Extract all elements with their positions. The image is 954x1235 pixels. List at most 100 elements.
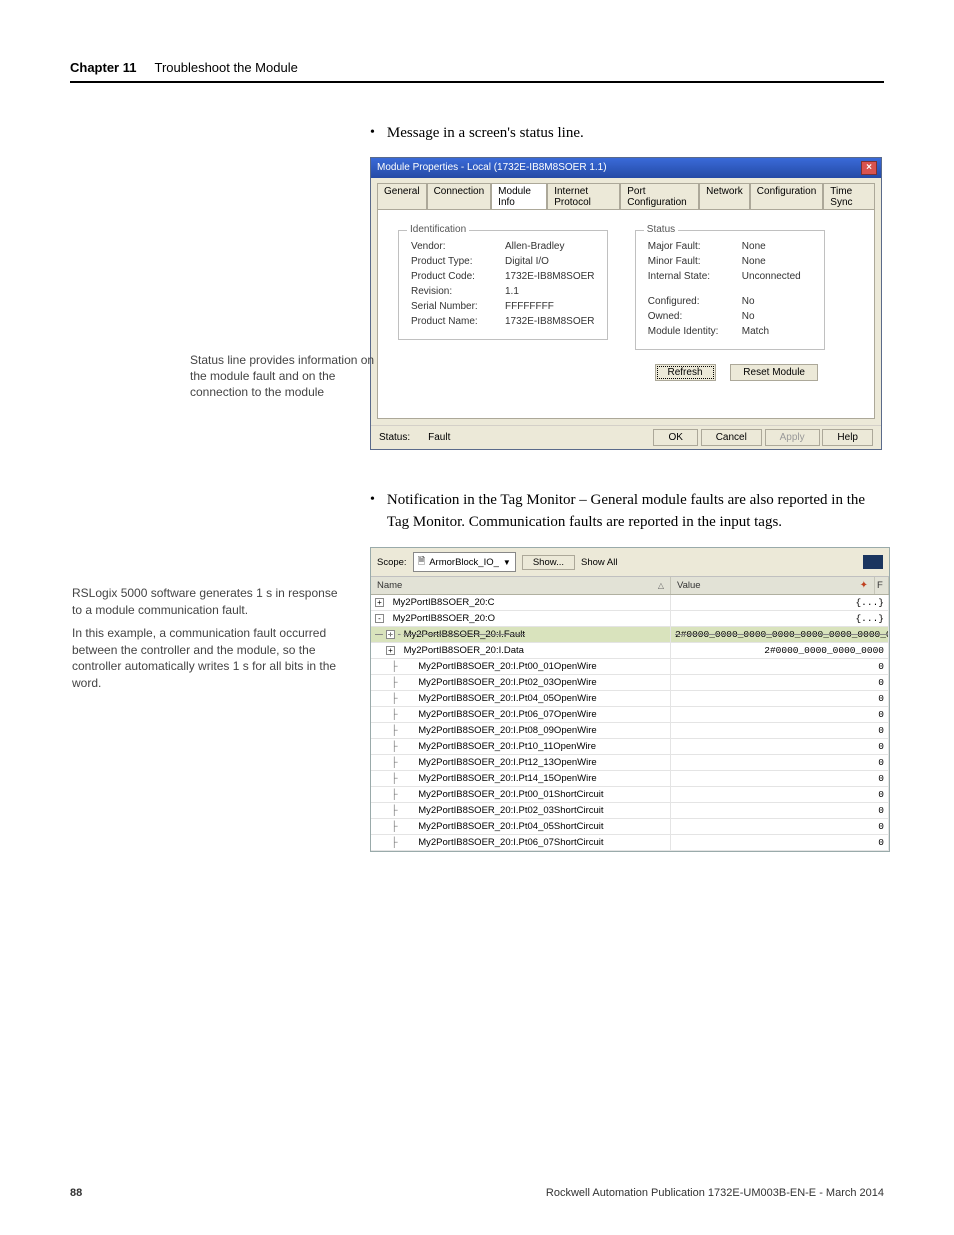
page-header: Chapter 11 Troubleshoot the Module: [70, 60, 884, 83]
tag-name: My2PortIB8SOER_20:I.Pt04_05OpenWire: [418, 693, 596, 704]
tag-name-cell: + My2PortIB8SOER_20:I.Data: [371, 643, 671, 658]
module-properties-dialog: Module Properties - Local (1732E-IB8M8SO…: [370, 157, 882, 450]
bullet-dot-icon: •: [370, 490, 375, 510]
tag-name-cell: ├ My2PortIB8SOER_20:I.Pt06_07ShortCircui…: [371, 835, 671, 850]
expand-icon[interactable]: +: [375, 598, 384, 607]
ok-button[interactable]: OK: [653, 429, 697, 446]
table-row[interactable]: ├ My2PortIB8SOER_20:I.Pt14_15OpenWire0: [371, 771, 889, 787]
minor-fault-label: Minor Fault:: [648, 256, 726, 267]
tag-name-cell: ├ My2PortIB8SOER_20:I.Pt04_05OpenWire: [371, 691, 671, 706]
tag-name-cell: + My2PortIB8SOER_20:I.Fault: [371, 627, 671, 642]
table-row[interactable]: ├ My2PortIB8SOER_20:I.Pt00_01ShortCircui…: [371, 787, 889, 803]
tag-name: My2PortIB8SOER_20:I.Pt14_15OpenWire: [418, 773, 596, 784]
col-value-header[interactable]: Value ✦: [671, 577, 875, 594]
tag-name: My2PortIB8SOER_20:C: [393, 597, 495, 608]
table-row[interactable]: ├ My2PortIB8SOER_20:I.Pt08_09OpenWire0: [371, 723, 889, 739]
scope-label: Scope:: [377, 557, 407, 568]
dialog-tabs: General Connection Module Info Internet …: [371, 178, 881, 209]
table-row[interactable]: ├ My2PortIB8SOER_20:I.Pt10_11OpenWire0: [371, 739, 889, 755]
serial-value: FFFFFFFF: [505, 301, 595, 312]
tag-monitor: Scope: 🗎 ArmorBlock_IO_ ▼ Show... Show A…: [370, 547, 890, 852]
tab-internet-protocol[interactable]: Internet Protocol: [547, 183, 620, 210]
tag-monitor-body: + My2PortIB8SOER_20:C{...}- My2PortIB8SO…: [371, 595, 889, 851]
table-row[interactable]: ├ My2PortIB8SOER_20:I.Pt04_05OpenWire0: [371, 691, 889, 707]
tab-body: Identification Vendor:Allen-Bradley Prod…: [377, 209, 875, 419]
tag-value-cell: 0: [671, 771, 889, 786]
vendor-value: Allen-Bradley: [505, 241, 595, 252]
expand-icon[interactable]: +: [386, 646, 395, 655]
tag-name: My2PortIB8SOER_20:I.Pt06_07OpenWire: [418, 709, 596, 720]
major-fault-value: None: [742, 241, 812, 252]
table-row[interactable]: ├ My2PortIB8SOER_20:I.Pt06_07ShortCircui…: [371, 835, 889, 851]
col-name-header[interactable]: Name △: [371, 577, 671, 594]
show-button[interactable]: Show...: [522, 555, 575, 570]
tab-configuration[interactable]: Configuration: [750, 183, 823, 210]
chapter-title: Troubleshoot the Module: [154, 60, 297, 75]
tag-value-cell: 0: [671, 835, 889, 850]
tag-name: My2PortIB8SOER_20:I.Pt08_09OpenWire: [418, 725, 596, 736]
tag-value-cell: 0: [671, 803, 889, 818]
tag-value-cell: 0: [671, 739, 889, 754]
sort-asc-icon: △: [658, 581, 664, 590]
tag-name: My2PortIB8SOER_20:O: [393, 613, 495, 624]
tab-connection[interactable]: Connection: [427, 183, 492, 210]
cancel-button[interactable]: Cancel: [701, 429, 762, 446]
expand-icon[interactable]: -: [375, 614, 384, 623]
tag-value-cell: 0: [671, 723, 889, 738]
help-button[interactable]: Help: [822, 429, 873, 446]
table-row[interactable]: ├ My2PortIB8SOER_20:I.Pt00_01OpenWire0: [371, 659, 889, 675]
page-footer: 88 Rockwell Automation Publication 1732E…: [70, 1187, 884, 1199]
table-row[interactable]: ├ My2PortIB8SOER_20:I.Pt02_03ShortCircui…: [371, 803, 889, 819]
tab-network[interactable]: Network: [699, 183, 750, 210]
tab-module-info[interactable]: Module Info: [491, 183, 547, 210]
apply-button[interactable]: Apply: [765, 429, 820, 446]
table-row[interactable]: + My2PortIB8SOER_20:C{...}: [371, 595, 889, 611]
tag-name-cell: + My2PortIB8SOER_20:C: [371, 595, 671, 610]
tag-name-cell: ├ My2PortIB8SOER_20:I.Pt14_15OpenWire: [371, 771, 671, 786]
tab-port-configuration[interactable]: Port Configuration: [620, 183, 699, 210]
tab-general[interactable]: General: [377, 183, 427, 210]
status-label: Status:: [379, 432, 410, 443]
module-identity-value: Match: [742, 326, 812, 337]
major-fault-label: Major Fault:: [648, 241, 726, 252]
reset-module-button[interactable]: Reset Module: [730, 364, 818, 381]
table-row[interactable]: + My2PortIB8SOER_20:I.Fault2#0000_0000_0…: [371, 627, 889, 643]
tag-value-cell: 0: [671, 659, 889, 674]
bullet-1: • Message in a screen's status line.: [370, 123, 884, 145]
table-row[interactable]: - My2PortIB8SOER_20:O{...}: [371, 611, 889, 627]
table-row[interactable]: ├ My2PortIB8SOER_20:I.Pt04_05ShortCircui…: [371, 819, 889, 835]
expand-icon[interactable]: +: [386, 630, 395, 639]
status-group: Status Major Fault:None Minor Fault:None…: [635, 230, 825, 350]
tag-value-cell: 2#0000_0000_0000_0000: [671, 643, 889, 658]
tab-time-sync[interactable]: Time Sync: [823, 183, 875, 210]
internal-state-value: Unconnected: [742, 271, 812, 282]
callout-2b: In this example, a communication fault o…: [72, 625, 344, 692]
screenshot-tagmonitor-wrap: RSLogix 5000 software generates 1 s in r…: [370, 547, 884, 852]
table-row[interactable]: ├ My2PortIB8SOER_20:I.Pt06_07OpenWire0: [371, 707, 889, 723]
chevron-down-icon: ▼: [503, 558, 511, 567]
tag-name: My2PortIB8SOER_20:I.Pt00_01OpenWire: [418, 661, 596, 672]
content-area: • Message in a screen's status line.: [370, 123, 884, 145]
refresh-button[interactable]: Refresh: [655, 364, 716, 381]
tag-name-cell: ├ My2PortIB8SOER_20:I.Pt12_13OpenWire: [371, 755, 671, 770]
table-row[interactable]: ├ My2PortIB8SOER_20:I.Pt12_13OpenWire0: [371, 755, 889, 771]
content-area-2: • Notification in the Tag Monitor – Gene…: [370, 490, 884, 534]
product-type-label: Product Type:: [411, 256, 489, 267]
close-icon[interactable]: ×: [861, 161, 877, 175]
callout-status-line: Status line provides information on the …: [190, 352, 390, 401]
status-value: Fault: [428, 432, 450, 443]
scope-dropdown[interactable]: 🗎 ArmorBlock_IO_ ▼: [413, 552, 516, 572]
show-all-label: Show All: [581, 557, 617, 568]
tag-value-cell: 0: [671, 707, 889, 722]
table-row[interactable]: ├ My2PortIB8SOER_20:I.Pt02_03OpenWire0: [371, 675, 889, 691]
chapter-label: Chapter 11: [70, 60, 136, 75]
module-identity-label: Module Identity:: [648, 326, 726, 337]
table-row[interactable]: + My2PortIB8SOER_20:I.Data2#0000_0000_00…: [371, 643, 889, 659]
tag-name-cell: ├ My2PortIB8SOER_20:I.Pt00_01OpenWire: [371, 659, 671, 674]
dialog-titlebar[interactable]: Module Properties - Local (1732E-IB8M8SO…: [371, 158, 881, 178]
internal-state-label: Internal State:: [648, 271, 726, 282]
col-value-text: Value: [677, 580, 701, 591]
spark-icon: ✦: [860, 580, 868, 591]
callout-tag-monitor: RSLogix 5000 software generates 1 s in r…: [72, 585, 344, 692]
dialog-title: Module Properties - Local (1732E-IB8M8SO…: [377, 162, 607, 173]
